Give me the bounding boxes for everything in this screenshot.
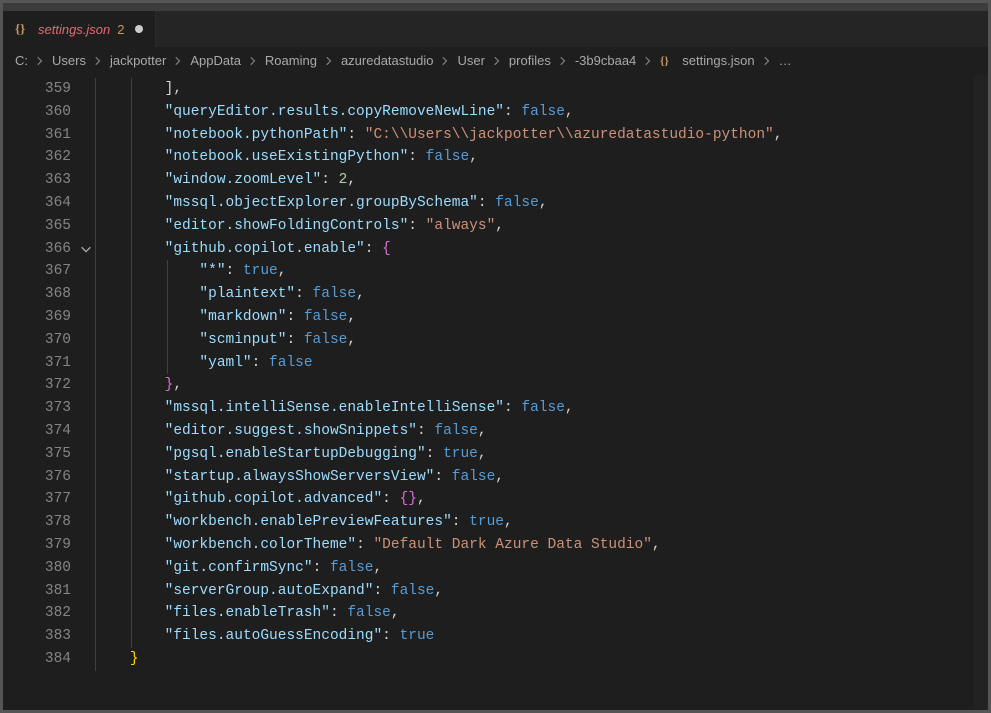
line-number: 368 <box>3 283 95 306</box>
chevron-right-icon <box>555 55 571 67</box>
chevron-right-icon <box>170 55 186 67</box>
title-bar <box>3 3 988 11</box>
line-number: 384 <box>3 648 95 671</box>
breadcrumb: C: Users jackpotter AppData Roaming azur… <box>3 47 988 75</box>
line-number: 374 <box>3 420 95 443</box>
vertical-scrollbar[interactable] <box>974 75 988 710</box>
svg-text:{}: {} <box>15 21 25 36</box>
chevron-right-icon <box>759 55 775 67</box>
breadcrumb-item[interactable]: azuredatastudio <box>341 53 434 68</box>
breadcrumb-item[interactable]: User <box>457 53 484 68</box>
code-line[interactable]: "plaintext": false, <box>95 283 988 306</box>
breadcrumb-item[interactable]: Roaming <box>265 53 317 68</box>
code-line[interactable]: "mssql.objectExplorer.groupBySchema": fa… <box>95 192 988 215</box>
code-line[interactable]: "github.copilot.enable": { <box>95 238 988 261</box>
modified-dot-icon <box>135 25 143 33</box>
code-line[interactable]: "workbench.colorTheme": "Default Dark Az… <box>95 534 988 557</box>
breadcrumb-item[interactable]: settings.json <box>682 53 754 68</box>
code-line[interactable]: "mssql.intelliSense.enableIntelliSense":… <box>95 397 988 420</box>
code-line[interactable]: }, <box>95 374 988 397</box>
tab-settings-json[interactable]: {} settings.json 2 <box>3 11 156 47</box>
code-line[interactable]: "yaml": false <box>95 352 988 375</box>
breadcrumb-item[interactable]: AppData <box>190 53 241 68</box>
line-number: 380 <box>3 557 95 580</box>
breadcrumb-item[interactable]: profiles <box>509 53 551 68</box>
line-number: 362 <box>3 146 95 169</box>
line-number: 361 <box>3 124 95 147</box>
svg-text:{}: {} <box>660 55 669 67</box>
line-number: 369 <box>3 306 95 329</box>
code-line[interactable]: "queryEditor.results.copyRemoveNewLine":… <box>95 101 988 124</box>
line-number: 382 <box>3 602 95 625</box>
line-number: 363 <box>3 169 95 192</box>
tab-bar: {} settings.json 2 <box>3 11 988 47</box>
breadcrumb-item[interactable]: C: <box>15 53 28 68</box>
line-number: 364 <box>3 192 95 215</box>
line-number: 370 <box>3 329 95 352</box>
code-line[interactable]: "startup.alwaysShowServersView": false, <box>95 466 988 489</box>
line-number: 375 <box>3 443 95 466</box>
chevron-right-icon <box>245 55 261 67</box>
line-number: 373 <box>3 397 95 420</box>
line-number: 378 <box>3 511 95 534</box>
code-line[interactable]: "editor.suggest.showSnippets": false, <box>95 420 988 443</box>
chevron-right-icon <box>32 55 48 67</box>
line-number: 365 <box>3 215 95 238</box>
tab-badge-count: 2 <box>117 22 124 37</box>
code-line[interactable]: "git.confirmSync": false, <box>95 557 988 580</box>
code-line[interactable]: "*": true, <box>95 260 988 283</box>
line-number: 366 <box>3 238 95 261</box>
editor-window: {} settings.json 2 C: Users jackpotter A… <box>3 3 988 710</box>
code-line[interactable]: "files.autoGuessEncoding": true <box>95 625 988 648</box>
code-line[interactable]: ], <box>95 78 988 101</box>
code-line[interactable]: "github.copilot.advanced": {}, <box>95 488 988 511</box>
code-line[interactable]: "serverGroup.autoExpand": false, <box>95 580 988 603</box>
tab-label: settings.json <box>38 22 110 37</box>
json-braces-icon: {} <box>15 21 31 37</box>
code-line[interactable]: "scminput": false, <box>95 329 988 352</box>
chevron-right-icon <box>640 55 656 67</box>
json-braces-icon: {} <box>660 53 675 68</box>
code-line[interactable]: "workbench.enablePreviewFeatures": true, <box>95 511 988 534</box>
code-line[interactable]: "notebook.pythonPath": "C:\\Users\\jackp… <box>95 124 988 147</box>
line-number: 372 <box>3 374 95 397</box>
code-line[interactable]: "window.zoomLevel": 2, <box>95 169 988 192</box>
line-number: 376 <box>3 466 95 489</box>
line-number: 383 <box>3 625 95 648</box>
line-number: 371 <box>3 352 95 375</box>
line-number: 367 <box>3 260 95 283</box>
line-number: 381 <box>3 580 95 603</box>
code-text-area[interactable]: ], "queryEditor.results.copyRemoveNewLin… <box>95 75 988 710</box>
code-line[interactable]: "editor.showFoldingControls": "always", <box>95 215 988 238</box>
line-number: 377 <box>3 488 95 511</box>
breadcrumb-more[interactable]: … <box>779 53 792 68</box>
code-line[interactable]: "notebook.useExistingPython": false, <box>95 146 988 169</box>
breadcrumb-item[interactable]: Users <box>52 53 86 68</box>
line-number: 360 <box>3 101 95 124</box>
breadcrumb-item[interactable]: -3b9cbaa4 <box>575 53 636 68</box>
breadcrumb-item[interactable]: jackpotter <box>110 53 166 68</box>
code-line[interactable]: } <box>95 648 988 671</box>
code-line[interactable]: "pgsql.enableStartupDebugging": true, <box>95 443 988 466</box>
chevron-right-icon <box>489 55 505 67</box>
chevron-right-icon <box>321 55 337 67</box>
chevron-right-icon <box>437 55 453 67</box>
line-number-gutter: 3593603613623633643653663673683693703713… <box>3 75 95 710</box>
line-number: 379 <box>3 534 95 557</box>
code-line[interactable]: "markdown": false, <box>95 306 988 329</box>
line-number: 359 <box>3 78 95 101</box>
code-line[interactable]: "files.enableTrash": false, <box>95 602 988 625</box>
chevron-right-icon <box>90 55 106 67</box>
code-editor[interactable]: 3593603613623633643653663673683693703713… <box>3 75 988 710</box>
chevron-down-icon[interactable] <box>79 242 93 256</box>
